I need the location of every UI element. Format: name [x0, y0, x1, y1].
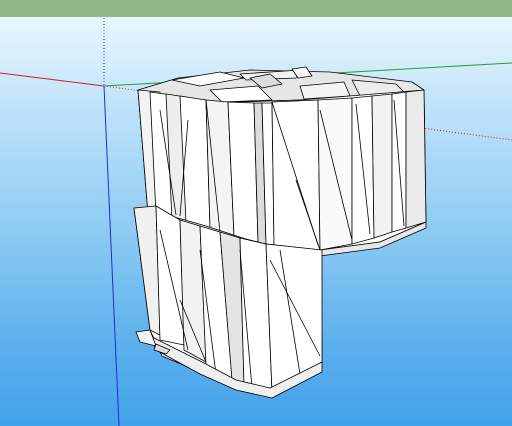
scene-svg[interactable]: [0, 0, 512, 426]
modeling-viewport[interactable]: [0, 0, 512, 426]
blue-axis: [103, 85, 120, 426]
red-axis: [0, 72, 105, 87]
low-poly-model[interactable]: [133, 66, 427, 399]
